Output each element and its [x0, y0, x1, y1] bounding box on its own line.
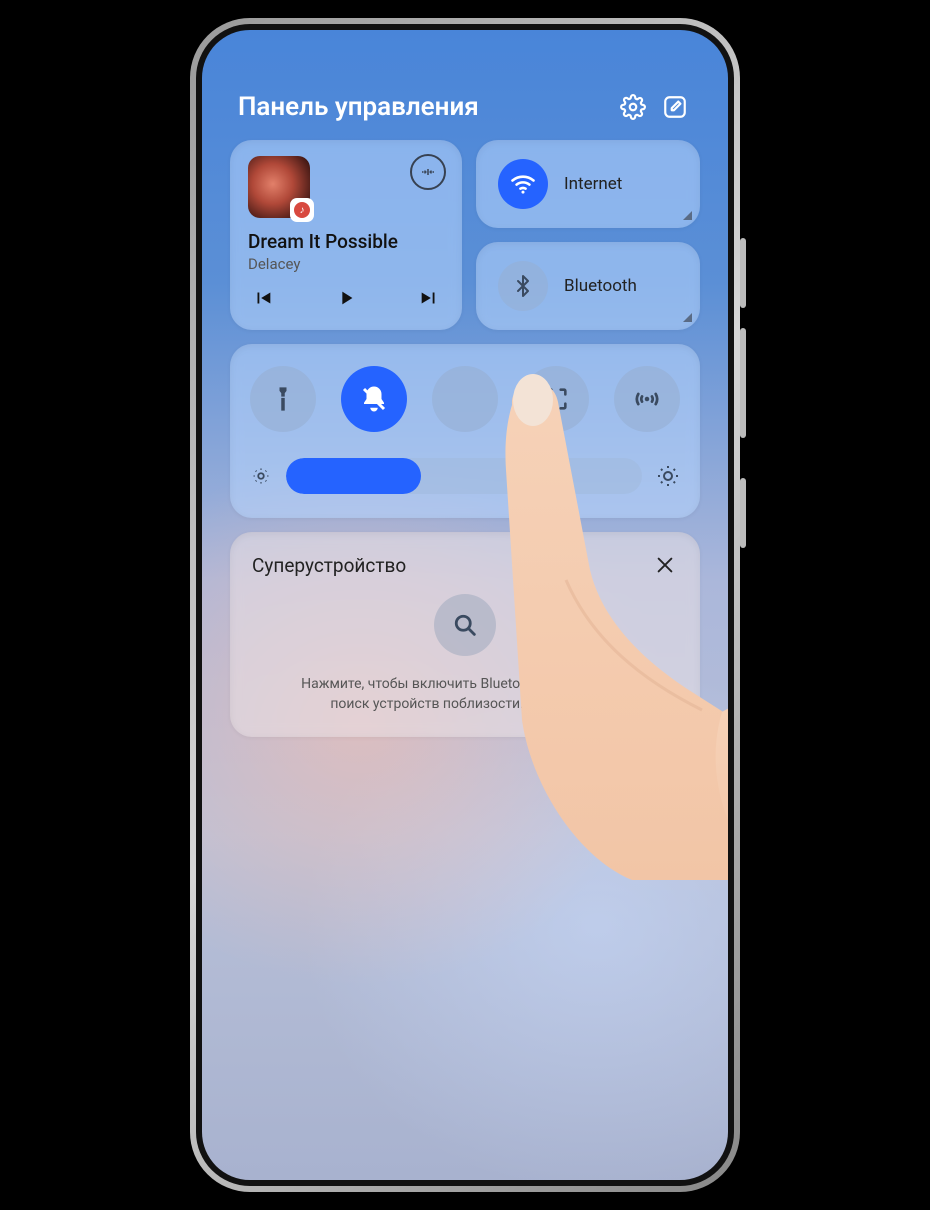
super-device-card: Суперустройство Нажмите, чтобы включить …: [230, 532, 700, 737]
bluetooth-icon: [511, 274, 535, 298]
bluetooth-tile[interactable]: Bluetooth: [476, 242, 700, 330]
skip-previous-icon: [252, 287, 274, 309]
music-app-badge: ♪: [290, 198, 314, 222]
super-device-hint: Нажмите, чтобы включить Bluetooth и выпо…: [252, 674, 678, 715]
learn-more-link[interactable]: Подробнее: [527, 696, 599, 712]
track-artist: Delacey: [248, 255, 444, 273]
side-button: [740, 238, 746, 308]
search-devices-button[interactable]: [434, 594, 496, 656]
quick-toggles-panel: [230, 344, 700, 518]
control-panel-header: Панель управления: [202, 30, 728, 140]
wifi-icon: [509, 170, 537, 198]
expand-indicator-icon: [683, 313, 692, 322]
play-pause-button[interactable]: [335, 287, 357, 309]
toggle-3[interactable]: [432, 366, 498, 432]
next-track-button[interactable]: [418, 287, 440, 309]
gear-icon: [620, 94, 646, 120]
flashlight-icon: [269, 385, 297, 413]
bluetooth-label: Bluetooth: [564, 276, 637, 296]
nfc-toggle[interactable]: [614, 366, 680, 432]
internet-tile[interactable]: Internet: [476, 140, 700, 228]
search-icon: [451, 611, 479, 639]
brightness-low-icon: [250, 465, 272, 487]
brightness-slider[interactable]: [286, 458, 642, 494]
skip-next-icon: [418, 287, 440, 309]
album-art: ♪: [248, 156, 310, 218]
screen: Панель управления ♪: [202, 30, 728, 1180]
close-icon: [654, 554, 676, 576]
phone-frame: Панель управления ♪: [190, 18, 740, 1192]
track-title: Dream It Possible: [248, 230, 444, 253]
super-device-title: Суперустройство: [252, 554, 406, 577]
screenshot-toggle[interactable]: [523, 366, 589, 432]
music-note-icon: ♪: [294, 202, 310, 218]
brightness-slider-row: [250, 458, 680, 494]
internet-label: Internet: [564, 174, 622, 194]
flashlight-toggle[interactable]: [250, 366, 316, 432]
screenshot-icon: [542, 385, 570, 413]
brightness-slider-fill: [286, 458, 421, 494]
media-player-card[interactable]: ♪ Dream It Possible Delacey: [230, 140, 462, 330]
side-button: [740, 328, 746, 438]
wifi-toggle[interactable]: [498, 159, 548, 209]
audio-output-button[interactable]: [410, 154, 446, 190]
mute-notifications-toggle[interactable]: [341, 366, 407, 432]
page-title: Панель управления: [238, 92, 608, 122]
play-icon: [335, 287, 357, 309]
bell-off-icon: [359, 384, 389, 414]
side-button: [740, 478, 746, 548]
cast-audio-icon: [419, 163, 437, 181]
close-button[interactable]: [652, 552, 678, 578]
edit-icon: [662, 94, 688, 120]
settings-button[interactable]: [616, 90, 650, 124]
expand-indicator-icon: [683, 211, 692, 220]
previous-track-button[interactable]: [252, 287, 274, 309]
bluetooth-toggle[interactable]: [498, 261, 548, 311]
brightness-high-icon: [656, 464, 680, 488]
edit-button[interactable]: [658, 90, 692, 124]
nfc-icon: [632, 384, 662, 414]
